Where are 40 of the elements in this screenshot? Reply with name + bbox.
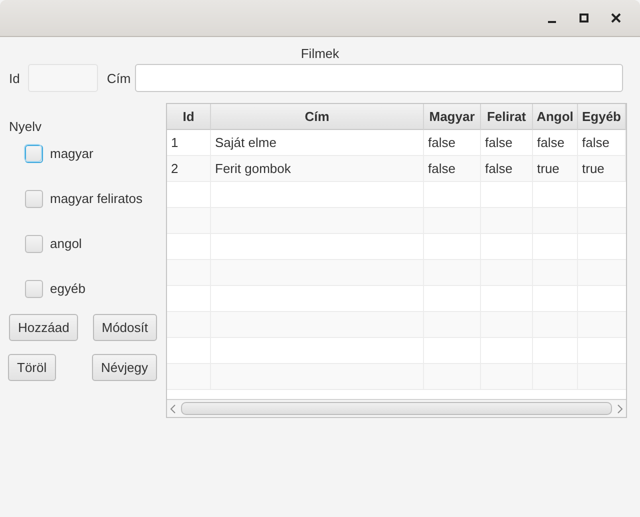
button[interactable]: Töröl xyxy=(8,354,56,381)
field-label: Id xyxy=(9,70,20,86)
table-cell: false xyxy=(424,156,481,182)
checkbox-label: magyar xyxy=(50,146,94,161)
scroll-left-icon[interactable] xyxy=(170,404,176,414)
table-cell: Ferit gombok xyxy=(211,156,424,182)
button[interactable]: Névjegy xyxy=(92,354,157,381)
column-header[interactable]: Angol xyxy=(533,104,578,130)
checkbox-label: angol xyxy=(50,236,82,251)
table-cell: false xyxy=(533,130,578,156)
column-header[interactable]: Id xyxy=(167,104,211,130)
button[interactable]: Hozzáad xyxy=(9,314,78,341)
checkbox[interactable] xyxy=(25,190,43,208)
column-header[interactable]: Magyar xyxy=(424,104,481,130)
column-header[interactable]: Felirat xyxy=(481,104,533,130)
table-cell: true xyxy=(533,156,578,182)
checkbox[interactable] xyxy=(25,280,43,298)
table-cell: false xyxy=(424,130,481,156)
close-icon[interactable] xyxy=(611,13,621,23)
scroll-right-icon[interactable] xyxy=(617,404,623,414)
horizontal-scrollbar[interactable] xyxy=(167,399,626,417)
column-header[interactable]: Egyéb xyxy=(578,104,626,130)
table-cell: false xyxy=(481,130,533,156)
table-cell: 2 xyxy=(167,156,211,182)
checkbox-label: magyar feliratos xyxy=(50,191,142,206)
table-cell: Saját elme xyxy=(211,130,424,156)
column-header[interactable]: Cím xyxy=(211,104,424,130)
table-cell: true xyxy=(578,156,626,182)
input-field[interactable] xyxy=(134,64,623,92)
maximize-icon[interactable] xyxy=(579,13,589,23)
group-label: Nyelv xyxy=(9,119,43,135)
table-cell: false xyxy=(481,156,533,182)
field-label: Cím xyxy=(106,70,131,86)
button[interactable]: Módosít xyxy=(92,314,157,341)
checkbox[interactable] xyxy=(25,234,43,252)
table-cell: 1 xyxy=(167,130,211,156)
table-cell: false xyxy=(578,130,626,156)
window-heading: Filmek xyxy=(300,45,340,62)
checkbox-label: egyéb xyxy=(50,281,86,296)
scrollbar-thumb[interactable] xyxy=(181,402,612,415)
